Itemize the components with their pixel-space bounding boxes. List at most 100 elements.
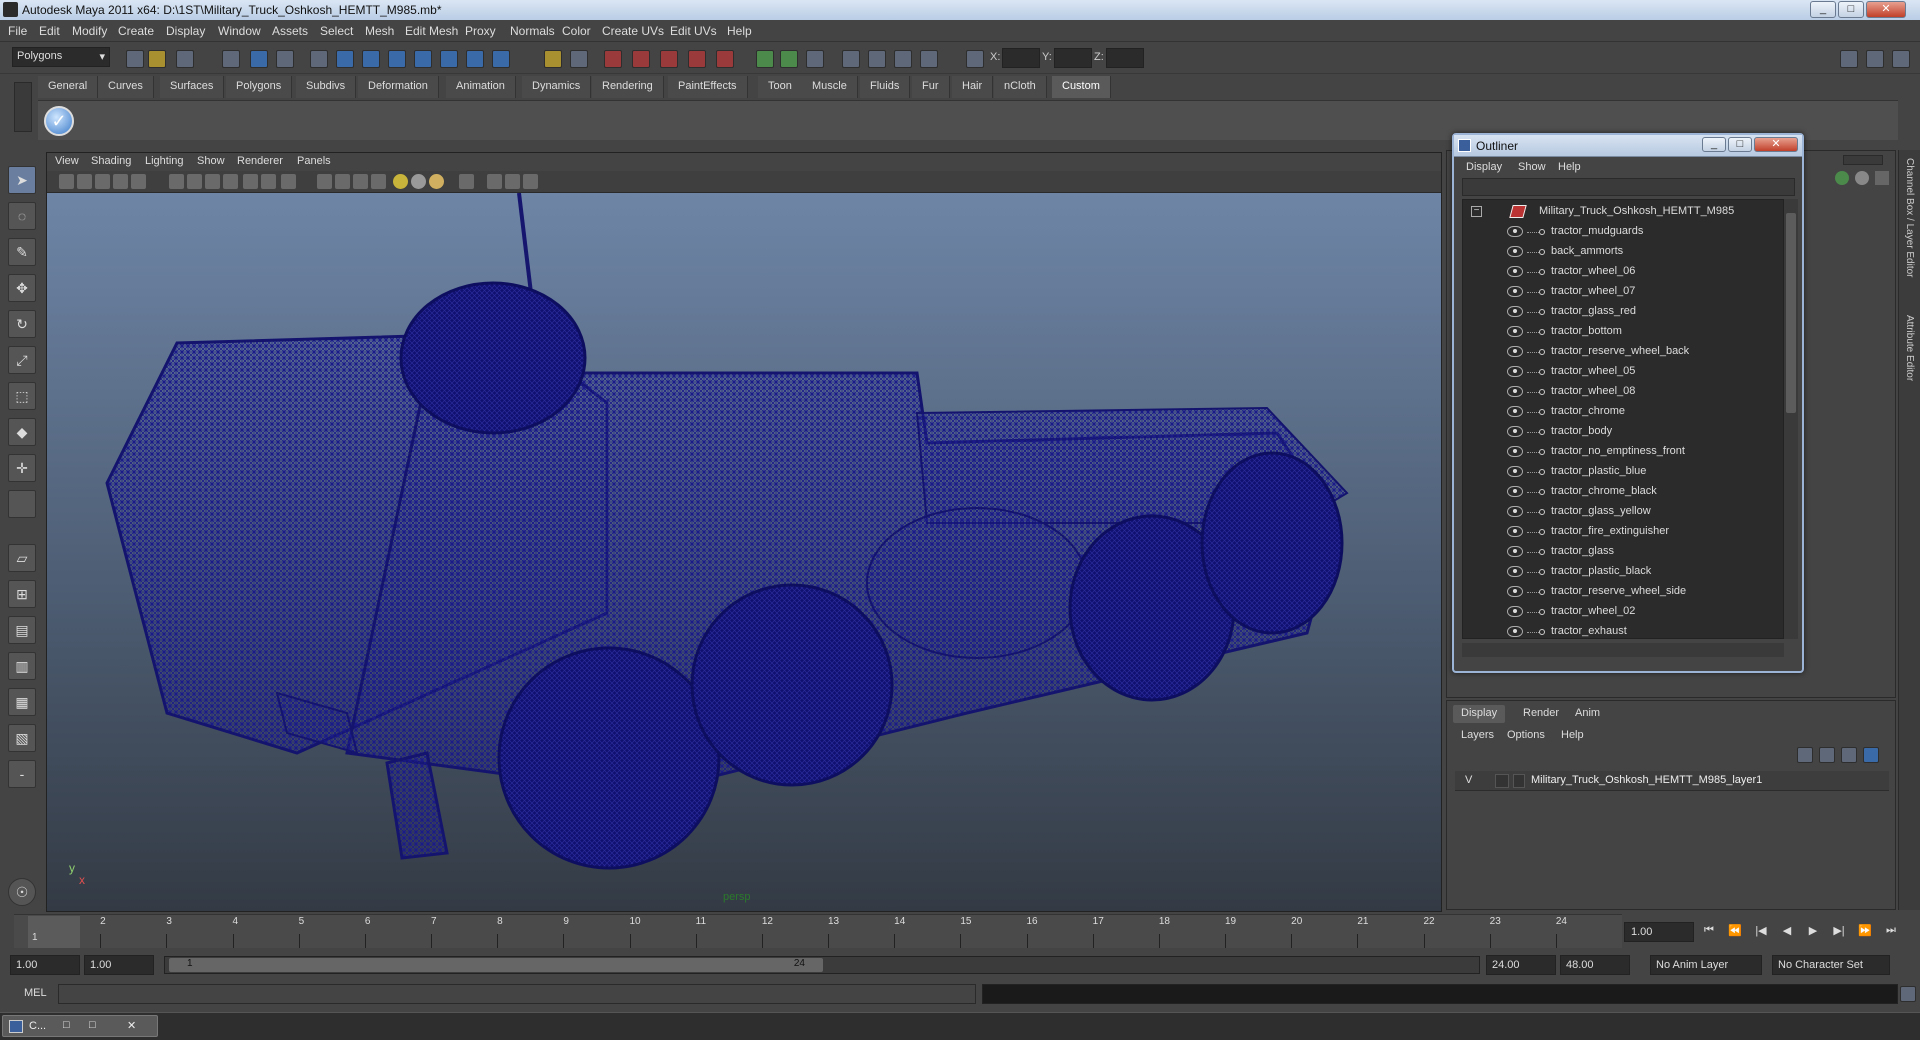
shelf-tab-rendering[interactable]: Rendering <box>592 76 664 98</box>
shelf-tab-custom[interactable]: Custom <box>1052 76 1111 98</box>
channel-box-icon[interactable] <box>1835 171 1849 185</box>
shelf-tab-dynamics[interactable]: Dynamics <box>522 76 592 98</box>
outliner-minimize-button[interactable]: _ <box>1702 137 1726 152</box>
scrollbar-thumb[interactable] <box>1786 213 1796 413</box>
layer-menu-layers[interactable]: Layers <box>1461 729 1494 741</box>
layout-options-icon[interactable]: - <box>8 760 36 788</box>
menu-display[interactable]: Display <box>166 24 205 38</box>
custom-tool-icon[interactable]: ✓ <box>44 106 74 136</box>
toggle-tool-settings-icon[interactable] <box>1892 50 1910 68</box>
render-view-icon[interactable] <box>716 50 734 68</box>
menu-set-dropdown[interactable]: Polygons ▾ <box>12 47 110 67</box>
current-frame-field[interactable]: 1.00 <box>1624 922 1694 942</box>
move-layer-down-icon[interactable] <box>1819 747 1835 763</box>
shelf-tab-animation[interactable]: Animation <box>446 76 516 98</box>
toggle-channel-box-icon[interactable] <box>1840 50 1858 68</box>
animation-end-field[interactable]: 48.00 <box>1560 955 1630 975</box>
playback-start-field[interactable]: 1.00 <box>84 955 154 975</box>
layer-menu-help[interactable]: Help <box>1561 729 1584 741</box>
shelf-tab-fluids[interactable]: Fluids <box>860 76 911 98</box>
step-forward-frame-icon[interactable]: ▶| <box>1830 924 1848 940</box>
outliner-item[interactable]: back_ammorts <box>1463 242 1783 262</box>
persp-graph-layout-icon[interactable]: ▥ <box>8 652 36 680</box>
render-settings-icon[interactable] <box>660 50 678 68</box>
outliner-horizontal-scrollbar[interactable] <box>1462 643 1784 657</box>
select-tool-icon[interactable]: ➤ <box>8 166 36 194</box>
single-perspective-layout-icon[interactable]: ▱ <box>8 544 36 572</box>
layer-tab-display[interactable]: Display <box>1453 705 1506 723</box>
close-button[interactable]: ✕ <box>1866 1 1906 18</box>
outliner-item[interactable]: tractor_glass_yellow <box>1463 502 1783 522</box>
film-gate-icon[interactable] <box>169 174 184 189</box>
layer-menu-options[interactable]: Options <box>1507 729 1545 741</box>
y-field[interactable] <box>1054 48 1092 68</box>
scale-tool-icon[interactable]: ⤢ <box>8 346 36 374</box>
select-hierarchy-icon[interactable] <box>222 50 240 68</box>
minimized-window[interactable]: C... □ □ ✕ <box>2 1015 158 1037</box>
menu-file[interactable]: File <box>8 24 27 38</box>
history-icon[interactable] <box>466 50 484 68</box>
channel-box-icon[interactable] <box>920 50 938 68</box>
layer-color-swatch[interactable] <box>1513 774 1525 788</box>
layer-tab-anim[interactable]: Anim <box>1567 705 1608 723</box>
absolute-transform-icon[interactable] <box>966 50 984 68</box>
outliner-root-item[interactable]: − Military_Truck_Oshkosh_HEMTT_M985 <box>1463 202 1783 222</box>
bookmark-icon[interactable] <box>95 174 110 189</box>
outliner-item[interactable]: tractor_bottom <box>1463 322 1783 342</box>
anim-layer-dropdown[interactable]: No Anim Layer <box>1650 955 1762 975</box>
show-hide-icon[interactable] <box>842 50 860 68</box>
field-chart-icon[interactable] <box>223 174 238 189</box>
new-layer-icon[interactable] <box>1841 747 1857 763</box>
outliner-item[interactable]: tractor_exhaust <box>1463 622 1783 638</box>
menu-assets[interactable]: Assets <box>272 24 308 38</box>
outliner-item[interactable]: tractor_fire_extinguisher <box>1463 522 1783 542</box>
wireframe-icon[interactable] <box>281 174 296 189</box>
outliner-item[interactable]: tractor_reserve_wheel_side <box>1463 582 1783 602</box>
viewport-menu-view[interactable]: View <box>55 155 79 167</box>
shelf-tab-toon[interactable]: Toon <box>758 76 803 98</box>
layer-editor-icon[interactable] <box>1855 171 1869 185</box>
outliner-title-bar[interactable]: Outliner _ □ ✕ <box>1454 135 1802 157</box>
outliner-item[interactable]: tractor_wheel_07 <box>1463 282 1783 302</box>
hypershade-icon[interactable] <box>688 50 706 68</box>
outliner-filter-field[interactable] <box>1462 178 1795 196</box>
shelf-tab-muscle[interactable]: Muscle <box>802 76 858 98</box>
outliner-close-button[interactable]: ✕ <box>1754 137 1798 152</box>
persp-outliner-layout-icon[interactable]: ▤ <box>8 616 36 644</box>
hypershade-layout-icon[interactable]: ▦ <box>8 688 36 716</box>
all-lights-icon[interactable] <box>411 174 426 189</box>
restore-icon[interactable]: □ <box>63 1019 70 1031</box>
isolate-select-icon[interactable] <box>459 174 474 189</box>
shelf-tab-painteffects[interactable]: PaintEffects <box>668 76 748 98</box>
ipr-render-icon[interactable] <box>632 50 650 68</box>
animation-start-field[interactable]: 1.00 <box>10 955 80 975</box>
go-to-start-icon[interactable]: ⏮ <box>1700 924 1718 940</box>
shelf-tab-curves[interactable]: Curves <box>98 76 154 98</box>
outliner-item[interactable]: tractor_no_emptiness_front <box>1463 442 1783 462</box>
outliner-vertical-scrollbar[interactable] <box>1784 199 1798 639</box>
viewport-menu-lighting[interactable]: Lighting <box>145 155 184 167</box>
character-set-dropdown[interactable]: No Character Set <box>1772 955 1890 975</box>
ambient-occlusion-icon[interactable] <box>505 174 520 189</box>
outliner-item[interactable]: tractor_body <box>1463 422 1783 442</box>
outliner-item[interactable]: tractor_reserve_wheel_back <box>1463 342 1783 362</box>
save-scene-icon[interactable] <box>176 50 194 68</box>
snap-grid-icon[interactable] <box>336 50 354 68</box>
viewport-menu-renderer[interactable]: Renderer <box>237 155 283 167</box>
menu-window[interactable]: Window <box>218 24 261 38</box>
outliner-menu-show[interactable]: Show <box>1518 161 1546 173</box>
time-slider[interactable]: 123456789101112131415161718192021222324 … <box>14 914 1622 948</box>
menu-color[interactable]: Color <box>562 24 591 38</box>
x-field[interactable] <box>1002 48 1040 68</box>
outliner-item[interactable]: tractor_mudguards <box>1463 222 1783 242</box>
menu-mesh[interactable]: Mesh <box>365 24 394 38</box>
viewport-menu-show[interactable]: Show <box>197 155 225 167</box>
rename-icon[interactable] <box>780 50 798 68</box>
menu-create-uvs[interactable]: Create UVs <box>602 24 664 38</box>
close-icon[interactable]: ✕ <box>127 1019 136 1032</box>
render-frame-icon[interactable] <box>604 50 622 68</box>
move-layer-up-icon[interactable] <box>1797 747 1813 763</box>
outliner-item[interactable]: tractor_wheel_02 <box>1463 602 1783 622</box>
menu-create[interactable]: Create <box>118 24 154 38</box>
layer-visibility-toggle[interactable]: V <box>1465 774 1472 786</box>
